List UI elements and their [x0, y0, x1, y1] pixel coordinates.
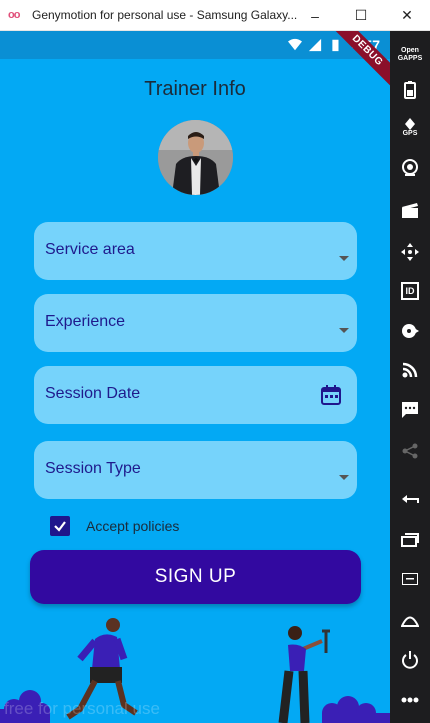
share-button[interactable] [390, 436, 430, 466]
back-button[interactable] [390, 485, 430, 515]
android-status-bar: 4:57 DEBUG [0, 31, 390, 89]
accept-policies-label: Accept policies [86, 518, 180, 534]
signal-icon [308, 38, 322, 52]
clapperboard-icon [402, 203, 418, 218]
experience-label: Experience [45, 313, 126, 330]
battery-icon [332, 39, 339, 52]
session-type-dropdown[interactable]: Session Type [34, 441, 357, 499]
chevron-down-icon [339, 475, 349, 480]
disk-io-button[interactable] [390, 316, 430, 346]
menu-button[interactable] [390, 564, 430, 594]
genymotion-logo-icon: oo [8, 9, 20, 21]
bush-right-icon [322, 696, 390, 723]
more-dots-icon [401, 697, 419, 703]
back-icon [402, 495, 419, 503]
recent-apps-button[interactable] [390, 525, 430, 555]
power-button[interactable] [390, 645, 430, 675]
media-button[interactable] [390, 195, 430, 225]
close-button[interactable]: ✕ [384, 0, 430, 31]
sms-button[interactable] [390, 395, 430, 425]
trainer-avatar[interactable] [158, 120, 233, 195]
emulator-toolbar: Open GAPPS GPS ID [390, 31, 430, 723]
home-button[interactable] [390, 605, 430, 635]
device-id-button[interactable]: ID [390, 276, 430, 306]
navigation-tool-button[interactable] [390, 237, 430, 267]
woman-dumbbell-icon [278, 626, 330, 723]
battery-tool-icon [404, 81, 416, 99]
maximize-icon: ☐ [354, 7, 368, 23]
checkmark-icon [54, 521, 66, 532]
minimize-button[interactable]: – [292, 0, 338, 31]
share-icon [402, 443, 418, 459]
id-label: ID [405, 286, 415, 296]
experience-dropdown[interactable]: Experience [34, 294, 357, 352]
device-screen: 4:57 DEBUG Trainer Info Service area Exp… [0, 31, 390, 723]
move-arrows-icon [401, 243, 419, 261]
window-titlebar: oo Genymotion for personal use - Samsung… [0, 0, 430, 31]
recent-apps-icon [401, 533, 419, 547]
close-icon: ✕ [401, 7, 413, 23]
service-area-dropdown[interactable]: Service area [34, 222, 357, 280]
session-date-field[interactable]: Session Date [34, 366, 357, 424]
signup-button[interactable]: SIGN UP [30, 550, 361, 604]
camera-button[interactable] [390, 153, 430, 183]
open-gapps-button[interactable]: Open GAPPS [390, 37, 430, 73]
more-options-button[interactable] [390, 685, 430, 715]
chevron-down-icon [339, 256, 349, 261]
gps-label: GPS [402, 130, 418, 137]
battery-tool-button[interactable] [390, 75, 430, 105]
watermark-text: free for personal use [4, 699, 160, 718]
calendar-icon[interactable] [320, 384, 342, 406]
maximize-button[interactable]: ☐ [338, 0, 384, 31]
message-icon [402, 402, 418, 418]
power-icon [402, 651, 418, 669]
menu-icon [402, 573, 418, 585]
accept-policies-checkbox[interactable] [50, 516, 70, 536]
chevron-down-icon [339, 328, 349, 333]
accept-policies-row[interactable]: Accept policies [50, 515, 179, 537]
webcam-icon [402, 159, 418, 176]
session-type-label: Session Type [45, 460, 141, 477]
rss-icon [402, 362, 418, 378]
wifi-icon [288, 38, 302, 51]
window-title: Genymotion for personal use - Samsung Ga… [32, 8, 298, 22]
id-icon: ID [401, 282, 419, 300]
open-gapps-label: Open GAPPS [397, 47, 423, 62]
home-icon [401, 616, 419, 627]
page-title: Trainer Info [144, 78, 246, 100]
service-area-label: Service area [45, 241, 135, 258]
gps-icon [405, 118, 415, 130]
disk-play-icon [402, 324, 419, 338]
minimize-icon: – [311, 7, 319, 24]
trainer-photo [158, 120, 233, 195]
network-button[interactable] [390, 355, 430, 385]
session-date-label: Session Date [45, 385, 141, 402]
gps-button[interactable]: GPS [390, 113, 430, 143]
